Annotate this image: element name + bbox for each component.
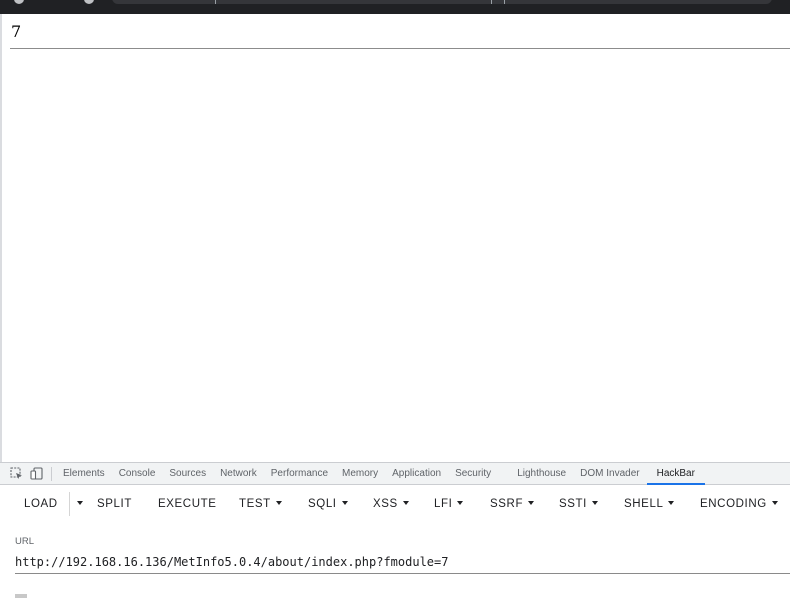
address-bar[interactable]	[112, 0, 772, 4]
ssrf-menu-label: SSRF	[490, 498, 524, 510]
url-field-label: URL	[15, 536, 35, 547]
load-button[interactable]: LOAD	[24, 490, 58, 518]
encoding-menu-label: ENCODING	[700, 498, 767, 510]
tab-security[interactable]: Security	[448, 463, 498, 485]
load-options-dropdown[interactable]	[72, 490, 83, 518]
tab-sources[interactable]: Sources	[162, 463, 213, 485]
chevron-down-icon	[457, 501, 464, 505]
test-menu-button[interactable]: TEST	[239, 490, 282, 518]
url-input[interactable]: http://192.168.16.136/MetInfo5.0.4/about…	[15, 555, 448, 569]
chevron-down-icon	[771, 501, 778, 505]
address-bar-mark	[504, 0, 505, 4]
chevron-down-icon	[402, 501, 409, 505]
test-menu-label: TEST	[239, 498, 271, 510]
browser-toolbar	[0, 0, 790, 14]
hackbar-toolbar: LOAD SPLIT EXECUTE TEST SQLI XSS LFI SSR…	[0, 490, 790, 518]
url-input-underline	[15, 573, 790, 574]
ssti-menu-label: SSTI	[559, 498, 587, 510]
next-field-stub	[15, 594, 27, 598]
split-button[interactable]: SPLIT	[97, 490, 132, 518]
chevron-down-icon	[591, 501, 598, 505]
execute-button[interactable]: EXECUTE	[158, 490, 217, 518]
page-horizontal-rule	[10, 48, 790, 49]
device-toolbar-icon[interactable]	[29, 467, 43, 481]
address-bar-mark	[491, 0, 492, 4]
chevron-down-icon	[77, 501, 83, 505]
address-bar-divider	[215, 0, 216, 4]
tab-network[interactable]: Network	[213, 463, 264, 485]
xss-menu-label: XSS	[373, 498, 398, 510]
tab-hackbar[interactable]: HackBar	[646, 463, 705, 485]
ssrf-menu-button[interactable]: SSRF	[490, 490, 535, 518]
tab-memory[interactable]: Memory	[335, 463, 385, 485]
chevron-down-icon	[668, 501, 675, 505]
chevron-down-icon	[275, 501, 282, 505]
tab-lighthouse[interactable]: Lighthouse	[498, 463, 573, 485]
load-button-divider	[69, 492, 70, 516]
chevron-down-icon	[341, 501, 348, 505]
tab-elements[interactable]: Elements	[56, 463, 112, 485]
devtools-tab-bar: Elements Console Sources Network Perform…	[0, 463, 790, 485]
tab-performance[interactable]: Performance	[264, 463, 335, 485]
tab-dom-invader[interactable]: DOM Invader	[573, 463, 646, 485]
shell-menu-button[interactable]: SHELL	[624, 490, 675, 518]
tab-console[interactable]: Console	[112, 463, 163, 485]
lfi-menu-label: LFI	[434, 498, 453, 510]
xss-menu-button[interactable]: XSS	[373, 490, 409, 518]
split-button-label: SPLIT	[97, 498, 132, 510]
back-icon[interactable]	[14, 0, 24, 4]
sqli-menu-button[interactable]: SQLI	[308, 490, 348, 518]
inspect-element-icon[interactable]	[9, 467, 23, 481]
page-viewport: 7	[0, 14, 790, 462]
tab-application[interactable]: Application	[385, 463, 448, 485]
devtools-panel: Elements Console Sources Network Perform…	[0, 462, 790, 598]
devtools-divider	[51, 466, 52, 481]
ssti-menu-button[interactable]: SSTI	[559, 490, 598, 518]
lfi-menu-button[interactable]: LFI	[434, 490, 464, 518]
load-button-label: LOAD	[24, 498, 58, 510]
page-output-text: 7	[11, 22, 22, 41]
sqli-menu-label: SQLI	[308, 498, 337, 510]
encoding-menu-button[interactable]: ENCODING	[700, 490, 778, 518]
shell-menu-label: SHELL	[624, 498, 664, 510]
reload-icon[interactable]	[84, 0, 94, 4]
execute-button-label: EXECUTE	[158, 498, 217, 510]
chevron-down-icon	[528, 501, 535, 505]
